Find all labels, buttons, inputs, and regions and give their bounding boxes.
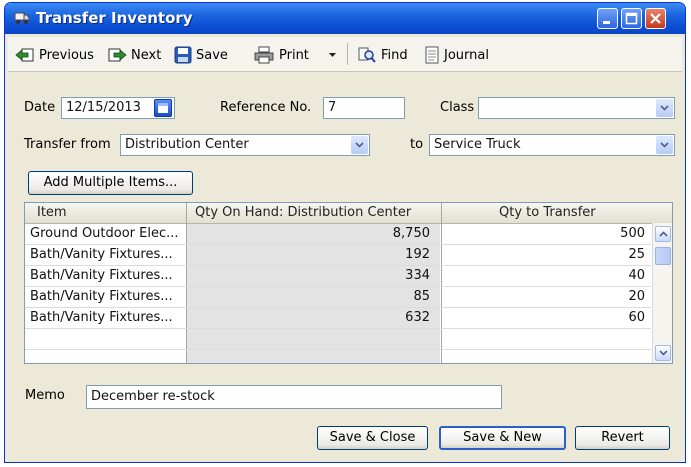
close-icon bbox=[650, 13, 661, 24]
scroll-up-button[interactable] bbox=[655, 226, 671, 242]
truck-icon bbox=[14, 12, 30, 24]
table-row[interactable]: Bath/Vanity Fixtures... 632 60 bbox=[25, 308, 651, 328]
chevron-down-icon bbox=[355, 142, 364, 148]
grid-vertical-scrollbar[interactable] bbox=[652, 223, 672, 363]
on-hand-cell: 192 bbox=[405, 247, 430, 262]
journal-label: Journal bbox=[444, 47, 489, 63]
reference-no-field[interactable]: 7 bbox=[323, 97, 405, 119]
previous-button[interactable]: Previous bbox=[15, 45, 94, 65]
on-hand-cell: 334 bbox=[405, 268, 430, 283]
save-label: Save bbox=[196, 47, 228, 63]
class-combo[interactable] bbox=[478, 97, 675, 119]
floppy-disk-icon bbox=[174, 46, 192, 64]
date-label: Date bbox=[24, 100, 56, 115]
reference-no-value: 7 bbox=[328, 100, 337, 115]
journal-icon bbox=[425, 46, 439, 64]
item-cell[interactable]: Bath/Vanity Fixtures... bbox=[30, 289, 185, 304]
transfer-from-value: Distribution Center bbox=[125, 137, 249, 152]
find-button[interactable]: Find bbox=[357, 45, 408, 65]
transfer-inventory-window: Transfer Inventory Previous Next Save Pr… bbox=[4, 2, 686, 463]
find-label: Find bbox=[381, 47, 408, 63]
journal-button[interactable]: Journal bbox=[424, 45, 489, 65]
print-label: Print bbox=[279, 47, 309, 63]
memo-value: December re-stock bbox=[91, 389, 215, 404]
table-row[interactable]: Bath/Vanity Fixtures... 334 40 bbox=[25, 266, 651, 286]
close-button[interactable] bbox=[645, 8, 666, 29]
printer-icon bbox=[254, 46, 274, 64]
header-qty-to-transfer[interactable]: Qty to Transfer bbox=[499, 205, 596, 220]
minimize-icon bbox=[603, 21, 610, 24]
revert-button[interactable]: Revert bbox=[575, 426, 670, 450]
qty-transfer-cell[interactable]: 40 bbox=[442, 268, 652, 283]
date-value: 12/15/2013 bbox=[66, 100, 141, 115]
table-row-empty[interactable] bbox=[25, 329, 651, 349]
on-hand-cell: 85 bbox=[413, 289, 430, 304]
chevron-down-icon bbox=[660, 142, 669, 148]
print-dropdown-button[interactable] bbox=[329, 45, 341, 65]
scroll-thumb[interactable] bbox=[655, 247, 671, 265]
transfer-to-combo[interactable]: Service Truck bbox=[429, 134, 675, 156]
add-multiple-items-button[interactable]: Add Multiple Items... bbox=[28, 171, 193, 195]
chevron-up-icon bbox=[659, 231, 668, 237]
chevron-down-icon bbox=[660, 105, 669, 111]
transfer-to-dropdown-button[interactable] bbox=[656, 136, 673, 154]
transfer-from-combo[interactable]: Distribution Center bbox=[120, 134, 370, 156]
chevron-down-icon bbox=[329, 53, 336, 57]
calendar-icon bbox=[158, 103, 168, 113]
maximize-button[interactable] bbox=[621, 8, 642, 29]
next-button[interactable]: Next bbox=[107, 45, 161, 65]
print-button[interactable]: Print bbox=[253, 45, 309, 65]
grid-header: Item Qty On Hand: Distribution Center Qt… bbox=[25, 203, 672, 224]
item-cell[interactable]: Ground Outdoor Elec... bbox=[30, 226, 185, 241]
to-label: to bbox=[410, 137, 424, 152]
qty-transfer-cell[interactable]: 20 bbox=[442, 289, 652, 304]
row-divider bbox=[25, 349, 651, 350]
chevron-down-icon bbox=[659, 350, 668, 356]
header-qty-on-hand[interactable]: Qty On Hand: Distribution Center bbox=[195, 205, 411, 220]
toolbar: Previous Next Save Print Find Journal bbox=[8, 37, 682, 72]
items-grid: Item Qty On Hand: Distribution Center Qt… bbox=[24, 202, 673, 364]
title-bar[interactable]: Transfer Inventory bbox=[5, 3, 685, 34]
table-row[interactable]: Ground Outdoor Elec... 8,750 500 bbox=[25, 224, 651, 244]
calendar-button[interactable] bbox=[154, 99, 172, 117]
on-hand-cell: 632 bbox=[405, 310, 430, 325]
date-field[interactable]: 12/15/2013 bbox=[61, 97, 175, 119]
reference-no-label: Reference No. bbox=[220, 100, 312, 115]
item-cell[interactable]: Bath/Vanity Fixtures... bbox=[30, 247, 185, 262]
item-cell[interactable]: Bath/Vanity Fixtures... bbox=[30, 268, 185, 283]
save-button[interactable]: Save bbox=[174, 45, 228, 65]
item-cell[interactable]: Bath/Vanity Fixtures... bbox=[30, 310, 185, 325]
transfer-to-value: Service Truck bbox=[434, 137, 521, 152]
previous-arrow-icon bbox=[15, 48, 34, 62]
on-hand-cell: 8,750 bbox=[392, 226, 430, 241]
previous-label: Previous bbox=[39, 47, 94, 63]
header-item[interactable]: Item bbox=[37, 205, 67, 220]
scroll-down-button[interactable] bbox=[655, 345, 671, 361]
table-row[interactable]: Bath/Vanity Fixtures... 192 25 bbox=[25, 245, 651, 265]
maximize-icon bbox=[625, 12, 638, 25]
qty-transfer-cell[interactable]: 25 bbox=[442, 247, 652, 262]
class-dropdown-button[interactable] bbox=[656, 99, 673, 117]
class-label: Class bbox=[440, 100, 475, 115]
minimize-button[interactable] bbox=[597, 8, 618, 29]
toolbar-divider bbox=[347, 43, 348, 65]
find-magnifier-icon bbox=[358, 47, 376, 63]
save-and-new-button[interactable]: Save & New bbox=[439, 426, 566, 450]
qty-transfer-cell[interactable]: 500 bbox=[442, 226, 652, 241]
memo-field[interactable]: December re-stock bbox=[86, 385, 502, 409]
transfer-from-dropdown-button[interactable] bbox=[351, 136, 368, 154]
table-row[interactable]: Bath/Vanity Fixtures... 85 20 bbox=[25, 287, 651, 307]
next-arrow-icon bbox=[108, 48, 127, 62]
next-label: Next bbox=[131, 47, 162, 63]
window-title: Transfer Inventory bbox=[36, 9, 193, 27]
memo-label: Memo bbox=[25, 388, 65, 403]
transfer-from-label: Transfer from bbox=[24, 137, 111, 152]
save-and-close-button[interactable]: Save & Close bbox=[317, 426, 428, 450]
qty-transfer-cell[interactable]: 60 bbox=[442, 310, 652, 325]
